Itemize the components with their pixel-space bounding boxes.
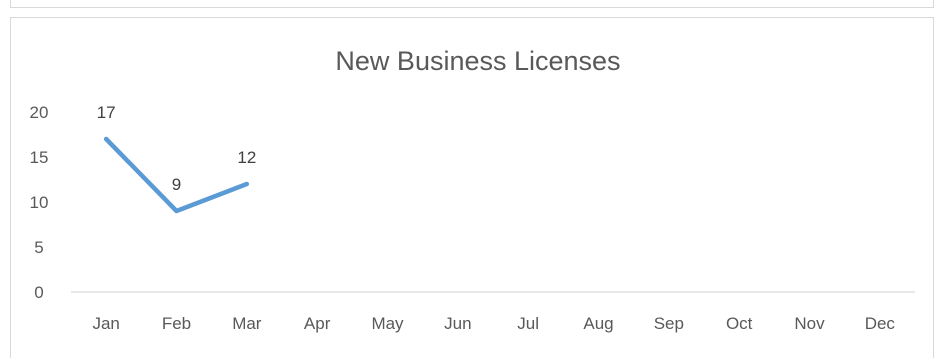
axis-layer: 0 5 10 15 20 Jan Feb Mar Apr May Jun Jul Aug Sep Oct No… bbox=[30, 103, 915, 333]
data-label: 17 bbox=[97, 103, 116, 122]
x-tick-label: Feb bbox=[162, 314, 191, 333]
x-tick-label: Mar bbox=[232, 314, 262, 333]
x-tick-label: Sep bbox=[654, 314, 684, 333]
data-label: 12 bbox=[237, 148, 256, 167]
x-tick-label: Dec bbox=[865, 314, 896, 333]
x-tick-label: Jun bbox=[444, 314, 471, 333]
x-tick-label: May bbox=[371, 314, 404, 333]
label-layer: 17 9 12 bbox=[97, 103, 257, 194]
chart-title: New Business Licenses bbox=[335, 46, 620, 76]
y-tick-label: 5 bbox=[34, 238, 43, 257]
x-tick-label: Apr bbox=[304, 314, 331, 333]
x-tick-label: Jul bbox=[517, 314, 539, 333]
y-tick-label: 0 bbox=[34, 283, 43, 302]
y-tick-label: 15 bbox=[30, 148, 49, 167]
data-label: 9 bbox=[172, 175, 181, 194]
line-chart: New Business Licenses 0 5 10 15 20 Jan Feb Mar A… bbox=[30, 46, 915, 333]
x-tick-label: Oct bbox=[726, 314, 753, 333]
x-tick-label: Jan bbox=[92, 314, 119, 333]
x-tick-label: Nov bbox=[794, 314, 825, 333]
x-tick-label: Aug bbox=[583, 314, 613, 333]
y-tick-label: 20 bbox=[30, 103, 49, 122]
y-tick-label: 10 bbox=[30, 193, 49, 212]
